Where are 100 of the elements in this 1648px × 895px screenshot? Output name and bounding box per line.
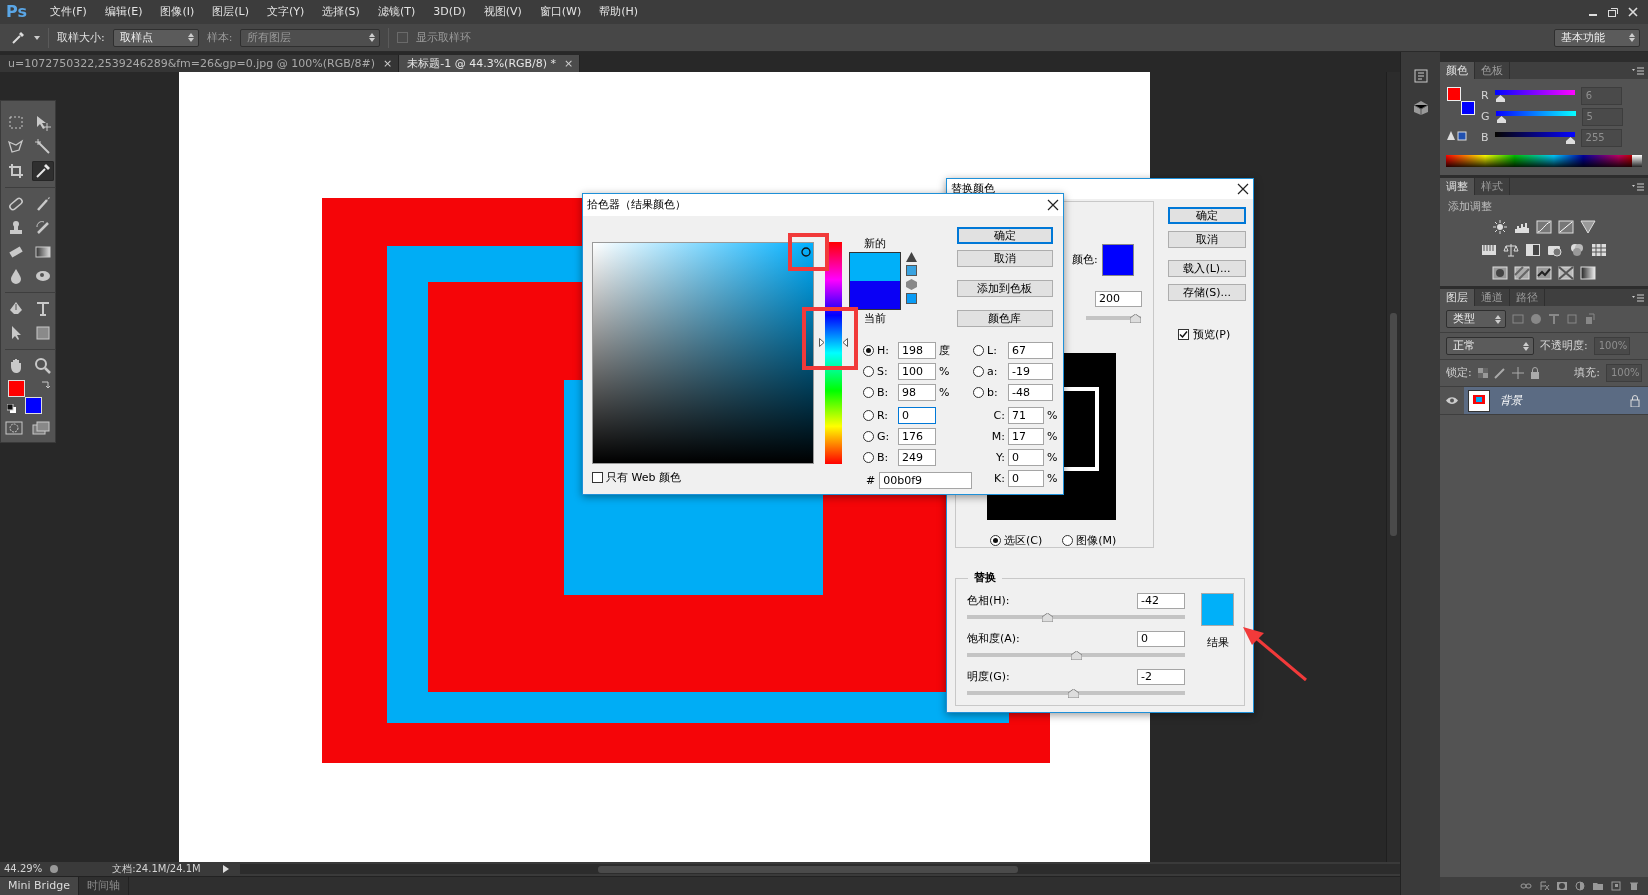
circles-icon[interactable] xyxy=(1569,242,1585,259)
panel-menu-icon[interactable] xyxy=(1632,66,1644,75)
gamut-warning-icon[interactable] xyxy=(1447,131,1467,141)
trash-icon[interactable] xyxy=(1628,881,1640,891)
slider-thumb[interactable] xyxy=(1496,116,1506,123)
menu-item[interactable]: 文字(Y) xyxy=(258,5,314,19)
panel-tab[interactable]: 路径 xyxy=(1510,289,1545,306)
slider-thumb[interactable] xyxy=(1565,137,1575,144)
background-color-swatch[interactable] xyxy=(1461,101,1475,115)
radio-button[interactable] xyxy=(863,452,874,463)
move-lock-icon[interactable] xyxy=(1511,367,1524,379)
document-tab[interactable]: u=1072750322,2539246289&fm=26&gp=0.jpg @ 100%(RGB/8#) × xyxy=(0,55,400,72)
dialog-button[interactable]: 取消 xyxy=(1168,231,1246,248)
cube-icon[interactable] xyxy=(906,279,917,290)
panel-menu-icon[interactable] xyxy=(1632,182,1644,191)
history-icon[interactable] xyxy=(1412,68,1429,84)
tab-close-button[interactable]: × xyxy=(564,56,574,71)
hue-thumb[interactable] xyxy=(819,337,848,347)
value-field[interactable]: 0 xyxy=(1008,470,1044,487)
scale-icon[interactable] xyxy=(1503,242,1519,259)
link-icon[interactable] xyxy=(1520,881,1532,891)
panel-tab[interactable]: 时间轴 xyxy=(78,877,129,895)
slider-thumb[interactable] xyxy=(1496,95,1506,102)
slider-thumb[interactable] xyxy=(1070,651,1082,660)
checkbox[interactable] xyxy=(397,32,409,43)
invert-icon[interactable] xyxy=(1492,265,1508,282)
close-icon[interactable] xyxy=(1237,183,1249,195)
radio-button[interactable] xyxy=(863,366,874,377)
brush-lock-icon[interactable] xyxy=(1493,367,1506,379)
value-field[interactable]: -42 xyxy=(1137,593,1185,609)
exposure-icon[interactable] xyxy=(1558,219,1574,236)
close-icon[interactable] xyxy=(1047,199,1059,211)
mask-icon[interactable] xyxy=(1556,881,1568,891)
value-field[interactable]: -2 xyxy=(1137,669,1185,685)
warning-icon[interactable] xyxy=(906,252,917,262)
eyedropper-icon[interactable] xyxy=(10,29,26,46)
value-field[interactable]: 98 xyxy=(898,384,936,401)
half-square-icon[interactable] xyxy=(1525,242,1541,259)
panel-tab[interactable]: 调整 xyxy=(1440,178,1475,195)
value-field[interactable]: 100 xyxy=(898,363,936,380)
value-field[interactable]: 198 xyxy=(898,342,936,359)
value-field[interactable]: 0 xyxy=(1137,631,1185,647)
color-field[interactable] xyxy=(592,242,814,464)
screen-mode-icon[interactable] xyxy=(32,420,50,436)
dialog-button[interactable]: 存储(S)... xyxy=(1168,284,1246,301)
gradient-map-icon[interactable] xyxy=(1580,265,1596,282)
cross-square-icon[interactable] xyxy=(1558,265,1574,282)
menu-item[interactable]: 选择(S) xyxy=(313,5,369,19)
radio-button[interactable] xyxy=(863,410,874,421)
dialog-button[interactable]: 确定 xyxy=(1168,207,1246,224)
color-swatch[interactable] xyxy=(1101,244,1134,276)
radio-button[interactable] xyxy=(973,366,984,377)
foreground-color-swatch[interactable] xyxy=(8,380,25,397)
cube-icon[interactable] xyxy=(1412,100,1429,116)
color-spectrum[interactable] xyxy=(1446,155,1642,167)
caret-icon[interactable] xyxy=(34,35,40,40)
wave-icon[interactable] xyxy=(1536,265,1552,282)
folder-icon[interactable] xyxy=(1592,881,1604,891)
panel-tab[interactable]: Mini Bridge xyxy=(0,877,79,895)
radio-button[interactable] xyxy=(990,535,1001,547)
menu-item[interactable]: 窗口(W) xyxy=(530,5,591,19)
stripes-icon[interactable] xyxy=(1514,265,1530,282)
checker-lock-icon[interactable] xyxy=(1477,368,1488,378)
value-field[interactable]: 176 xyxy=(898,428,936,445)
sample-size-select[interactable]: 取样点 xyxy=(112,28,199,47)
checkbox[interactable] xyxy=(1178,329,1189,341)
play-icon[interactable] xyxy=(222,864,231,874)
radio-button[interactable] xyxy=(973,387,984,398)
radio-button[interactable] xyxy=(1062,535,1074,547)
checkbox[interactable] xyxy=(592,472,603,484)
fx-icon[interactable] xyxy=(1538,881,1550,891)
value-field[interactable]: 249 xyxy=(898,449,936,466)
new-layer-icon[interactable] xyxy=(1610,881,1622,891)
menu-item[interactable]: 3D(D) xyxy=(424,5,475,19)
menu-item[interactable]: 文件(F) xyxy=(40,5,96,19)
panel-tab[interactable]: 色板 xyxy=(1475,62,1510,79)
dialog-button[interactable]: 颜色库 xyxy=(956,310,1053,327)
dialog-button[interactable]: 确定 xyxy=(956,227,1053,244)
workspace-select[interactable]: 基本功能 xyxy=(1554,28,1640,47)
sun-icon[interactable] xyxy=(1492,219,1508,236)
panel-tab[interactable]: 通道 xyxy=(1475,289,1510,306)
restore-icon[interactable] xyxy=(1606,6,1620,18)
dialog-button[interactable]: 载入(L)... xyxy=(1168,260,1246,277)
value-field[interactable]: -48 xyxy=(1008,384,1053,401)
gamut-swatch-icon[interactable] xyxy=(906,265,917,276)
default-colors-icon[interactable] xyxy=(7,404,16,413)
menu-item[interactable]: 滤镜(T) xyxy=(368,5,425,19)
value-field[interactable]: 0 xyxy=(1008,449,1044,466)
dialog-button[interactable]: 添加到色板 xyxy=(956,280,1053,297)
slider-thumb[interactable] xyxy=(1130,314,1141,323)
value-field[interactable]: 0 xyxy=(898,407,936,424)
status-icon[interactable] xyxy=(48,864,61,874)
panel-tab[interactable]: 图层 xyxy=(1440,289,1475,306)
menu-item[interactable]: 编辑(E) xyxy=(95,5,152,19)
tool-button[interactable] xyxy=(32,161,54,181)
dialog-button[interactable]: 取消 xyxy=(956,250,1053,267)
menu-item[interactable]: 图层(L) xyxy=(203,5,258,19)
value-field[interactable]: 67 xyxy=(1008,342,1053,359)
foreground-color-swatch[interactable] xyxy=(1447,87,1461,101)
quick-mask-icon[interactable] xyxy=(5,420,23,436)
